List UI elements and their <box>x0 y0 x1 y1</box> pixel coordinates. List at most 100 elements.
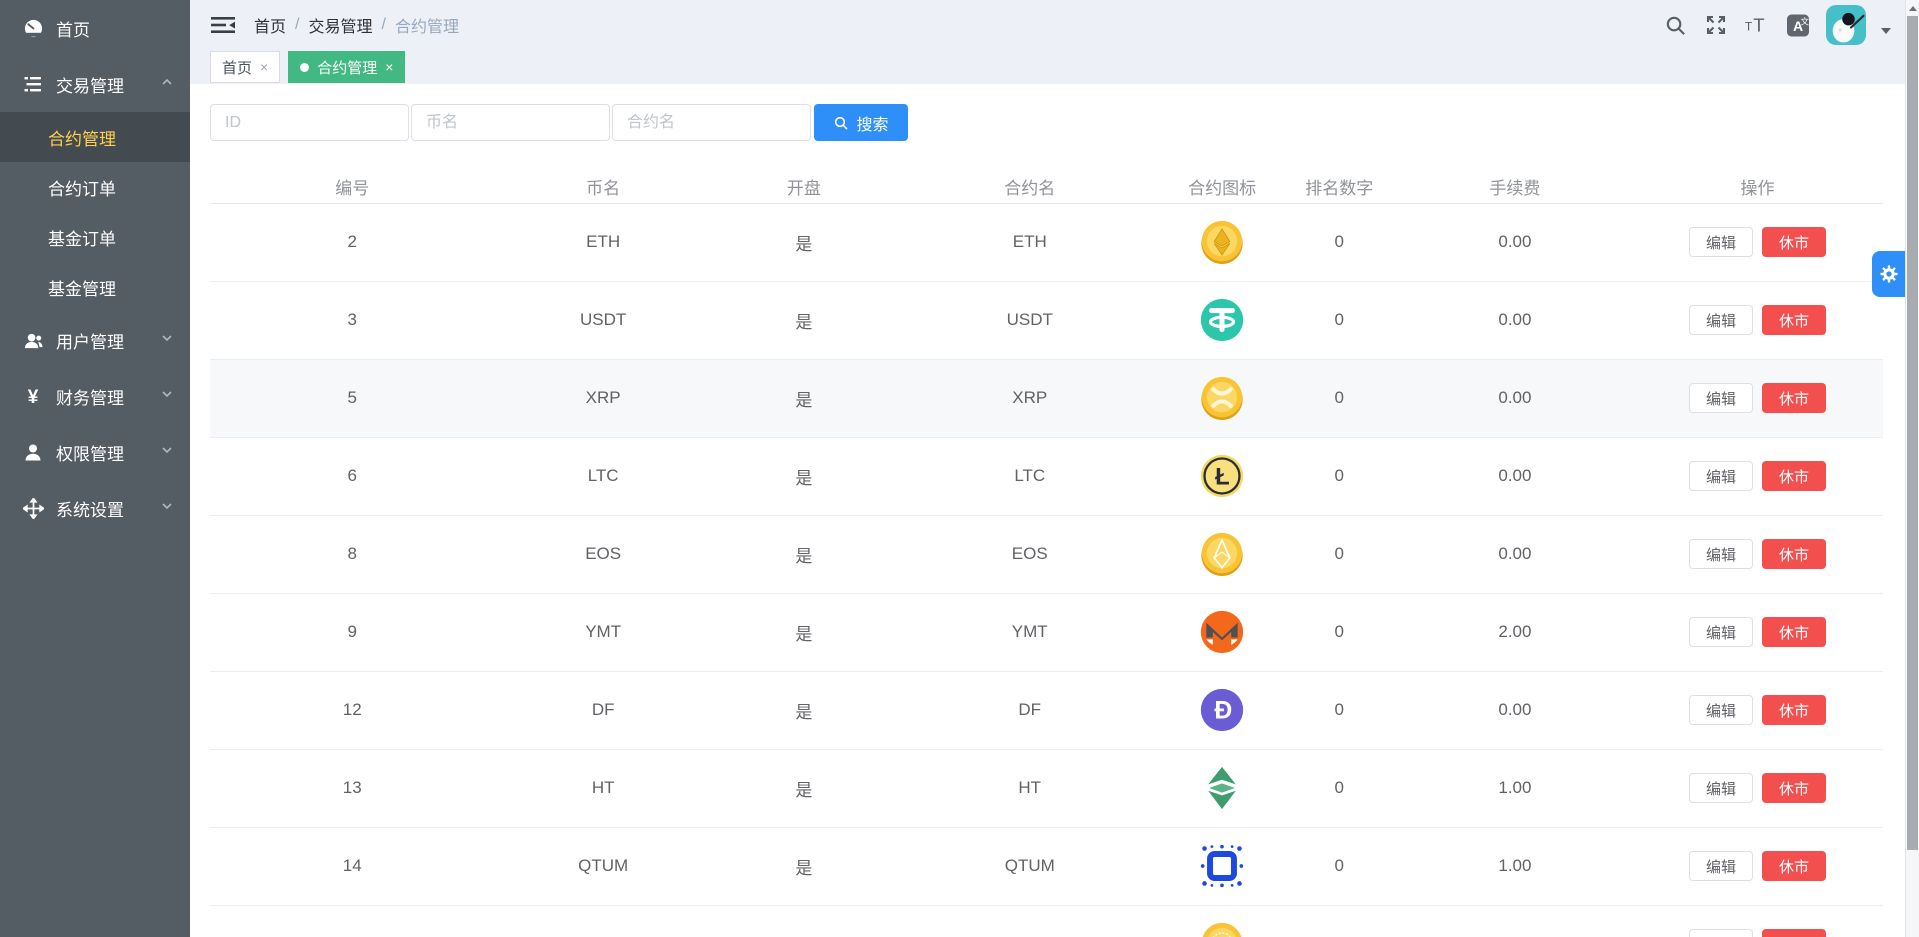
cell-coin: YMT <box>494 593 711 671</box>
suspend-market-button[interactable]: 休市 <box>1762 929 1826 937</box>
sidebar-item-label: 交易管理 <box>56 72 124 97</box>
edit-button[interactable]: 编辑 <box>1689 539 1753 569</box>
contract-icon-cell <box>1164 203 1281 281</box>
sidebar-item-fund-management[interactable]: 基金管理 <box>0 262 190 312</box>
font-size-icon[interactable]: TT <box>1744 12 1770 38</box>
vertical-scrollbar[interactable] <box>1905 0 1919 937</box>
table-header-row: 编号 币名 开盘 合约名 合约图标 排名数字 手续费 操作 <box>210 171 1883 203</box>
sidebar-item-contract-management[interactable]: 合约管理 <box>0 112 190 162</box>
cell-fee: 1.00 <box>1398 827 1632 905</box>
table-row: 5XRP是XRP00.00编辑休市 <box>210 359 1883 437</box>
edit-button[interactable]: 编辑 <box>1689 227 1753 257</box>
monero-coin-icon <box>1199 609 1245 655</box>
scrollbar-thumb[interactable] <box>1907 16 1918 850</box>
cell-id: 6 <box>210 437 494 515</box>
cell-open: 是 <box>712 437 896 515</box>
tab-home[interactable]: 首页 × <box>210 51 280 83</box>
sidebar-item-system-settings[interactable]: 系统设置 <box>0 480 190 536</box>
edit-button[interactable]: 编辑 <box>1689 383 1753 413</box>
sidebar-item-contract-orders[interactable]: 合约订单 <box>0 162 190 212</box>
sidebar-item-label: 用户管理 <box>56 328 124 353</box>
cell-id <box>210 905 494 937</box>
cell-id: 14 <box>210 827 494 905</box>
cell-id: 13 <box>210 749 494 827</box>
edit-button[interactable]: 编辑 <box>1689 617 1753 647</box>
contract-icon-cell <box>1164 905 1281 937</box>
header-actions: 操作 <box>1632 171 1883 203</box>
suspend-market-button[interactable]: 休市 <box>1762 851 1826 881</box>
suspend-market-button[interactable]: 休市 <box>1762 539 1826 569</box>
cell-id: 2 <box>210 203 494 281</box>
cell-fee: 0.00 <box>1398 281 1632 359</box>
translate-icon[interactable]: A文 <box>1785 12 1811 38</box>
breadcrumb-trade-management[interactable]: 交易管理 <box>308 13 372 37</box>
fullscreen-icon[interactable] <box>1703 12 1729 38</box>
edit-button[interactable]: 编辑 <box>1689 773 1753 803</box>
cell-fee: 0.00 <box>1398 437 1632 515</box>
breadcrumb-home[interactable]: 首页 <box>254 13 286 37</box>
cell-rank: 0 <box>1281 749 1398 827</box>
sidebar-item-home[interactable]: 首页 <box>0 0 190 56</box>
sidebar-item-permission-management[interactable]: 权限管理 <box>0 424 190 480</box>
cell-rank: 0 <box>1281 593 1398 671</box>
sidebar: 首页 交易管理 合约管理 合约订单 基金订单 基金管理 用户管理 ¥ 财务管理 <box>0 0 190 937</box>
contract-icon-cell: Ł <box>1164 437 1281 515</box>
id-filter-input[interactable] <box>210 104 409 141</box>
close-icon[interactable]: × <box>260 59 268 75</box>
cell-open: 是 <box>712 827 896 905</box>
sidebar-item-finance-management[interactable]: ¥ 财务管理 <box>0 368 190 424</box>
contract-icon-cell <box>1164 359 1281 437</box>
cell-id: 12 <box>210 671 494 749</box>
suspend-market-button[interactable]: 休市 <box>1762 227 1826 257</box>
settings-gear-button[interactable] <box>1872 251 1905 297</box>
breadcrumb-separator: / <box>381 16 385 34</box>
tab-label: 合约管理 <box>317 57 377 78</box>
edit-button[interactable]: 编辑 <box>1689 929 1753 937</box>
suspend-market-button[interactable]: 休市 <box>1762 773 1826 803</box>
cell-rank: 0 <box>1281 203 1398 281</box>
sidebar-item-trade-management[interactable]: 交易管理 <box>0 56 190 112</box>
cell-rank: 0 <box>1281 437 1398 515</box>
user-avatar[interactable] <box>1826 5 1866 45</box>
suspend-market-button[interactable]: 休市 <box>1762 461 1826 491</box>
contracts-table-body: 2ETH是ETH00.00编辑休市3USDT是USDT00.00编辑休市5XRP… <box>210 203 1883 937</box>
svg-text:T: T <box>1745 20 1753 34</box>
edit-button[interactable]: 编辑 <box>1689 305 1753 335</box>
edit-button[interactable]: 编辑 <box>1689 695 1753 725</box>
transaction-list-icon <box>22 73 44 95</box>
sidebar-toggle-hamburger-icon[interactable] <box>210 14 236 36</box>
sidebar-item-user-management[interactable]: 用户管理 <box>0 312 190 368</box>
header-rank: 排名数字 <box>1281 171 1398 203</box>
cell-fee: 0.00 <box>1398 671 1632 749</box>
edit-button[interactable]: 编辑 <box>1689 461 1753 491</box>
gear-icon <box>1877 262 1901 286</box>
suspend-market-button[interactable]: 休市 <box>1762 305 1826 335</box>
header-id: 编号 <box>210 171 494 203</box>
suspend-market-button[interactable]: 休市 <box>1762 695 1826 725</box>
qtum-chip-coin-icon <box>1199 843 1245 889</box>
contract-icon-cell: Ð <box>1164 671 1281 749</box>
suspend-market-button[interactable]: 休市 <box>1762 383 1826 413</box>
search-icon[interactable] <box>1662 12 1688 38</box>
cell-rank: 0 <box>1281 515 1398 593</box>
contract-name-filter-input[interactable] <box>612 104 811 141</box>
close-icon[interactable]: × <box>385 59 393 75</box>
tab-label: 首页 <box>222 57 252 78</box>
user-menu-caret-icon[interactable] <box>1881 28 1891 34</box>
suspend-market-button[interactable]: 休市 <box>1762 617 1826 647</box>
cell-open: 是 <box>712 671 896 749</box>
cell-id: 8 <box>210 515 494 593</box>
contract-icon-cell <box>1164 515 1281 593</box>
cell-coin: XRP <box>494 359 711 437</box>
cell-open: 是 <box>712 359 896 437</box>
sidebar-item-fund-orders[interactable]: 基金订单 <box>0 212 190 262</box>
cell-open: 是 <box>712 515 896 593</box>
coin-name-filter-input[interactable] <box>411 104 610 141</box>
search-button[interactable]: 搜索 <box>814 104 908 141</box>
svg-text:T: T <box>1753 15 1764 36</box>
edit-button[interactable]: 编辑 <box>1689 851 1753 881</box>
tab-contract-management[interactable]: 合约管理 × <box>288 51 405 83</box>
actions-cell: 编辑休市 <box>1632 203 1883 281</box>
scrollbar-up-arrow[interactable] <box>1906 0 1919 16</box>
sidebar-subitem-label: 合约管理 <box>48 125 116 150</box>
